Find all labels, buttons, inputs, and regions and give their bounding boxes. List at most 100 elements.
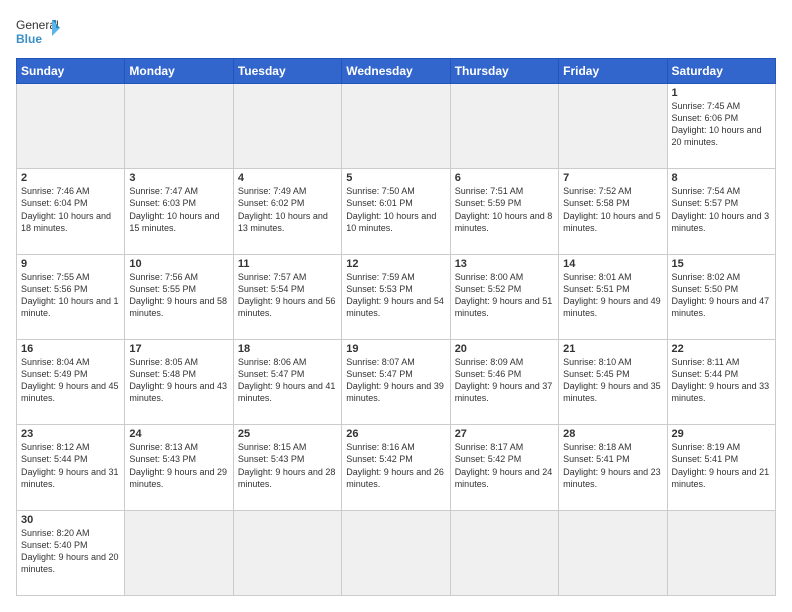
day-number: 29 — [672, 428, 771, 440]
day-number: 23 — [21, 428, 120, 440]
calendar-cell: 29Sunrise: 8:19 AM Sunset: 5:41 PM Dayli… — [667, 425, 775, 510]
day-number: 5 — [346, 172, 445, 184]
week-row-2: 2Sunrise: 7:46 AM Sunset: 6:04 PM Daylig… — [17, 169, 776, 254]
day-number: 22 — [672, 343, 771, 355]
day-number: 26 — [346, 428, 445, 440]
day-info: Sunrise: 8:09 AM Sunset: 5:46 PM Dayligh… — [455, 356, 554, 405]
calendar-cell — [559, 510, 667, 595]
weekday-header-friday: Friday — [559, 59, 667, 84]
svg-text:Blue: Blue — [16, 32, 42, 46]
week-row-6: 30Sunrise: 8:20 AM Sunset: 5:40 PM Dayli… — [17, 510, 776, 595]
day-number: 6 — [455, 172, 554, 184]
day-info: Sunrise: 7:54 AM Sunset: 5:57 PM Dayligh… — [672, 185, 771, 234]
week-row-4: 16Sunrise: 8:04 AM Sunset: 5:49 PM Dayli… — [17, 339, 776, 424]
day-info: Sunrise: 8:17 AM Sunset: 5:42 PM Dayligh… — [455, 441, 554, 490]
day-info: Sunrise: 8:02 AM Sunset: 5:50 PM Dayligh… — [672, 271, 771, 320]
calendar-cell: 15Sunrise: 8:02 AM Sunset: 5:50 PM Dayli… — [667, 254, 775, 339]
calendar-cell: 14Sunrise: 8:01 AM Sunset: 5:51 PM Dayli… — [559, 254, 667, 339]
day-info: Sunrise: 7:56 AM Sunset: 5:55 PM Dayligh… — [129, 271, 228, 320]
day-number: 25 — [238, 428, 337, 440]
calendar-cell — [342, 84, 450, 169]
day-number: 18 — [238, 343, 337, 355]
day-info: Sunrise: 8:19 AM Sunset: 5:41 PM Dayligh… — [672, 441, 771, 490]
day-info: Sunrise: 8:12 AM Sunset: 5:44 PM Dayligh… — [21, 441, 120, 490]
day-info: Sunrise: 7:51 AM Sunset: 5:59 PM Dayligh… — [455, 185, 554, 234]
day-info: Sunrise: 7:59 AM Sunset: 5:53 PM Dayligh… — [346, 271, 445, 320]
day-number: 15 — [672, 258, 771, 270]
day-number: 19 — [346, 343, 445, 355]
day-number: 9 — [21, 258, 120, 270]
calendar-cell: 7Sunrise: 7:52 AM Sunset: 5:58 PM Daylig… — [559, 169, 667, 254]
day-info: Sunrise: 7:55 AM Sunset: 5:56 PM Dayligh… — [21, 271, 120, 320]
calendar-cell: 8Sunrise: 7:54 AM Sunset: 5:57 PM Daylig… — [667, 169, 775, 254]
calendar-cell: 18Sunrise: 8:06 AM Sunset: 5:47 PM Dayli… — [233, 339, 341, 424]
calendar-cell: 23Sunrise: 8:12 AM Sunset: 5:44 PM Dayli… — [17, 425, 125, 510]
calendar-cell: 21Sunrise: 8:10 AM Sunset: 5:45 PM Dayli… — [559, 339, 667, 424]
day-info: Sunrise: 7:52 AM Sunset: 5:58 PM Dayligh… — [563, 185, 662, 234]
page: General Blue SundayMondayTuesdayWednesda… — [0, 0, 792, 612]
weekday-header-thursday: Thursday — [450, 59, 558, 84]
day-number: 16 — [21, 343, 120, 355]
day-number: 21 — [563, 343, 662, 355]
weekday-header-monday: Monday — [125, 59, 233, 84]
calendar-cell: 1Sunrise: 7:45 AM Sunset: 6:06 PM Daylig… — [667, 84, 775, 169]
calendar-cell: 27Sunrise: 8:17 AM Sunset: 5:42 PM Dayli… — [450, 425, 558, 510]
calendar-cell: 19Sunrise: 8:07 AM Sunset: 5:47 PM Dayli… — [342, 339, 450, 424]
calendar-cell — [450, 84, 558, 169]
day-info: Sunrise: 7:46 AM Sunset: 6:04 PM Dayligh… — [21, 185, 120, 234]
day-number: 14 — [563, 258, 662, 270]
day-number: 3 — [129, 172, 228, 184]
week-row-5: 23Sunrise: 8:12 AM Sunset: 5:44 PM Dayli… — [17, 425, 776, 510]
day-info: Sunrise: 7:49 AM Sunset: 6:02 PM Dayligh… — [238, 185, 337, 234]
day-info: Sunrise: 8:01 AM Sunset: 5:51 PM Dayligh… — [563, 271, 662, 320]
day-number: 4 — [238, 172, 337, 184]
calendar-cell — [233, 84, 341, 169]
week-row-3: 9Sunrise: 7:55 AM Sunset: 5:56 PM Daylig… — [17, 254, 776, 339]
weekday-header-wednesday: Wednesday — [342, 59, 450, 84]
day-number: 1 — [672, 87, 771, 99]
calendar-cell — [125, 510, 233, 595]
calendar-cell: 12Sunrise: 7:59 AM Sunset: 5:53 PM Dayli… — [342, 254, 450, 339]
day-number: 8 — [672, 172, 771, 184]
day-info: Sunrise: 8:07 AM Sunset: 5:47 PM Dayligh… — [346, 356, 445, 405]
calendar-cell: 20Sunrise: 8:09 AM Sunset: 5:46 PM Dayli… — [450, 339, 558, 424]
day-info: Sunrise: 8:00 AM Sunset: 5:52 PM Dayligh… — [455, 271, 554, 320]
calendar-cell: 25Sunrise: 8:15 AM Sunset: 5:43 PM Dayli… — [233, 425, 341, 510]
day-info: Sunrise: 8:11 AM Sunset: 5:44 PM Dayligh… — [672, 356, 771, 405]
day-info: Sunrise: 8:20 AM Sunset: 5:40 PM Dayligh… — [21, 527, 120, 576]
calendar-cell: 13Sunrise: 8:00 AM Sunset: 5:52 PM Dayli… — [450, 254, 558, 339]
calendar-cell — [559, 84, 667, 169]
calendar-cell: 6Sunrise: 7:51 AM Sunset: 5:59 PM Daylig… — [450, 169, 558, 254]
calendar-cell — [342, 510, 450, 595]
day-info: Sunrise: 7:57 AM Sunset: 5:54 PM Dayligh… — [238, 271, 337, 320]
weekday-header-saturday: Saturday — [667, 59, 775, 84]
day-info: Sunrise: 7:45 AM Sunset: 6:06 PM Dayligh… — [672, 100, 771, 149]
calendar: SundayMondayTuesdayWednesdayThursdayFrid… — [16, 58, 776, 596]
calendar-cell: 3Sunrise: 7:47 AM Sunset: 6:03 PM Daylig… — [125, 169, 233, 254]
calendar-cell: 10Sunrise: 7:56 AM Sunset: 5:55 PM Dayli… — [125, 254, 233, 339]
weekday-header-sunday: Sunday — [17, 59, 125, 84]
day-info: Sunrise: 7:47 AM Sunset: 6:03 PM Dayligh… — [129, 185, 228, 234]
calendar-cell: 11Sunrise: 7:57 AM Sunset: 5:54 PM Dayli… — [233, 254, 341, 339]
calendar-cell — [450, 510, 558, 595]
week-row-1: 1Sunrise: 7:45 AM Sunset: 6:06 PM Daylig… — [17, 84, 776, 169]
day-number: 13 — [455, 258, 554, 270]
weekday-header-row: SundayMondayTuesdayWednesdayThursdayFrid… — [17, 59, 776, 84]
day-info: Sunrise: 8:13 AM Sunset: 5:43 PM Dayligh… — [129, 441, 228, 490]
day-number: 17 — [129, 343, 228, 355]
calendar-cell — [125, 84, 233, 169]
calendar-cell: 17Sunrise: 8:05 AM Sunset: 5:48 PM Dayli… — [125, 339, 233, 424]
day-info: Sunrise: 8:04 AM Sunset: 5:49 PM Dayligh… — [21, 356, 120, 405]
day-number: 20 — [455, 343, 554, 355]
day-info: Sunrise: 7:50 AM Sunset: 6:01 PM Dayligh… — [346, 185, 445, 234]
day-number: 27 — [455, 428, 554, 440]
calendar-cell: 4Sunrise: 7:49 AM Sunset: 6:02 PM Daylig… — [233, 169, 341, 254]
generalblue-logo-icon: General Blue — [16, 16, 60, 50]
day-info: Sunrise: 8:10 AM Sunset: 5:45 PM Dayligh… — [563, 356, 662, 405]
calendar-cell: 28Sunrise: 8:18 AM Sunset: 5:41 PM Dayli… — [559, 425, 667, 510]
day-info: Sunrise: 8:16 AM Sunset: 5:42 PM Dayligh… — [346, 441, 445, 490]
logo: General Blue — [16, 16, 60, 50]
day-info: Sunrise: 8:05 AM Sunset: 5:48 PM Dayligh… — [129, 356, 228, 405]
day-number: 10 — [129, 258, 228, 270]
day-number: 28 — [563, 428, 662, 440]
